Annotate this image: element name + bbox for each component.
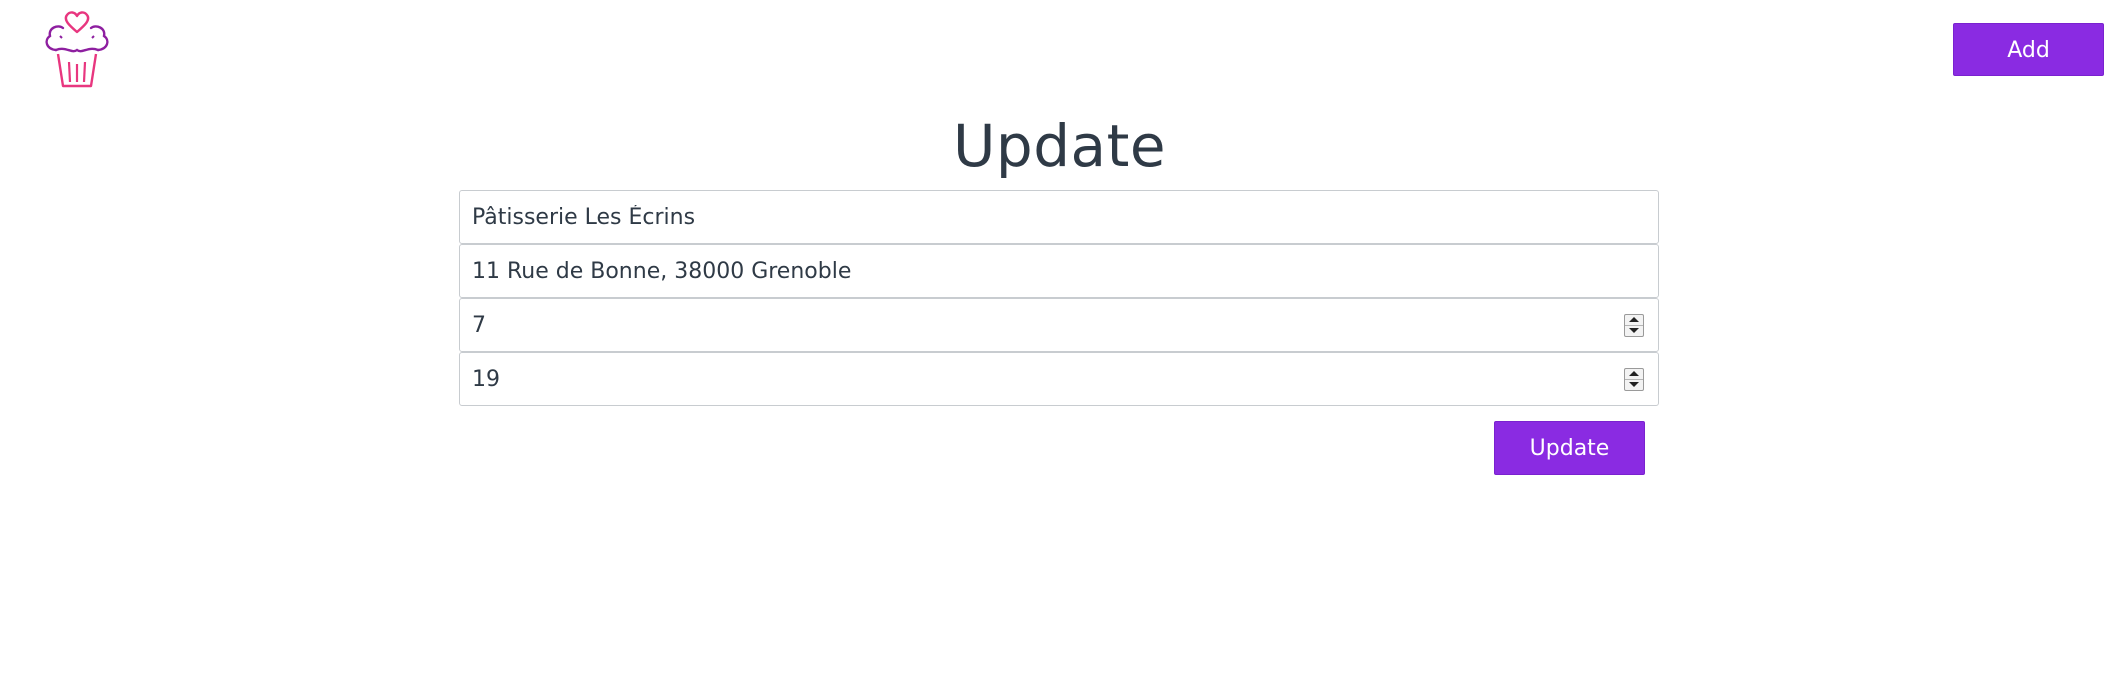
close-hour-field-container <box>459 352 1659 406</box>
stepper-down-icon[interactable] <box>1625 380 1643 390</box>
stepper-up-icon[interactable] <box>1625 369 1643 380</box>
close-hour-field[interactable] <box>460 353 1658 405</box>
stepper-up-icon[interactable] <box>1625 315 1643 326</box>
add-button[interactable]: Add <box>1953 23 2104 76</box>
open-hour-field[interactable] <box>460 299 1658 351</box>
address-field[interactable] <box>460 245 1658 297</box>
name-field[interactable] <box>460 191 1658 243</box>
update-form <box>459 190 1659 406</box>
close-hour-stepper[interactable] <box>1624 368 1644 391</box>
open-hour-field-container <box>459 298 1659 352</box>
address-field-container <box>459 244 1659 298</box>
name-field-container <box>459 190 1659 244</box>
stepper-down-icon[interactable] <box>1625 326 1643 336</box>
top-header: Add <box>0 0 2119 100</box>
update-button[interactable]: Update <box>1494 421 1645 475</box>
page-title: Update <box>952 112 1167 180</box>
cupcake-heart-icon[interactable] <box>36 6 118 88</box>
open-hour-stepper[interactable] <box>1624 314 1644 337</box>
